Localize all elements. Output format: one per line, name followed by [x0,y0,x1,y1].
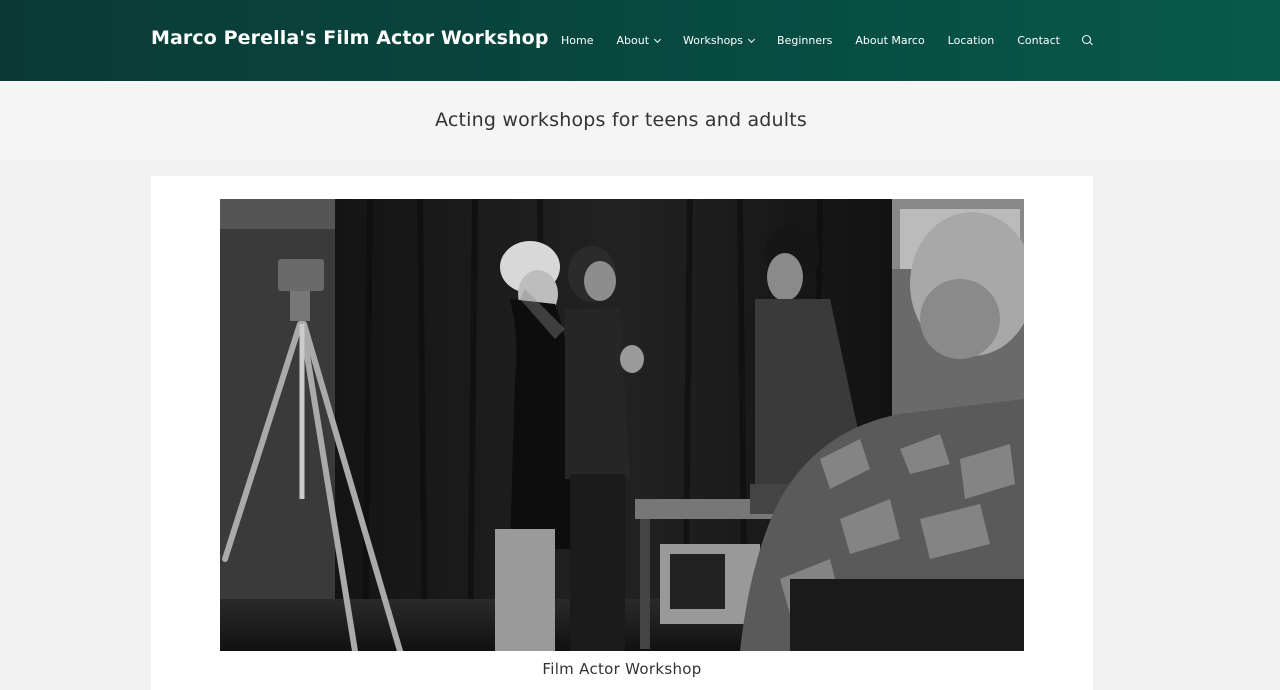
chevron-down-icon [653,35,662,43]
nav-item-home[interactable]: Home [561,34,593,47]
nav-item-beginners[interactable]: Beginners [777,34,832,47]
page-title-band: Acting workshops for teens and adults [0,81,1280,160]
nav-label: Home [561,34,594,47]
nav-item-about[interactable]: About [616,34,662,47]
nav-item-about-marco[interactable]: About Marco [855,34,924,47]
main-nav: Home About Workshops Beginners About Mar… [561,0,1094,81]
nav-item-contact[interactable]: Contact [1017,34,1060,47]
workshop-photo [220,199,1024,651]
search-icon[interactable] [1082,34,1094,47]
chevron-down-icon [747,35,756,43]
content-card: Film Actor Workshop [151,176,1093,690]
photo-caption: Film Actor Workshop [542,660,702,678]
nav-label: About [616,34,650,47]
nav-label: Workshops [683,34,744,47]
nav-label: About Marco [855,34,925,47]
nav-label: Contact [1017,34,1060,47]
site-title-link[interactable]: Marco Perella's Film Actor Workshop [151,27,549,49]
nav-label: Location [947,34,995,47]
nav-item-workshops[interactable]: Workshops [683,34,756,47]
nav-label: Beginners [777,34,833,47]
nav-item-location[interactable]: Location [948,34,995,47]
page-title: Acting workshops for teens and adults [434,109,808,131]
workshop-photo-illustration [220,199,1024,651]
site-header: Marco Perella's Film Actor Workshop Home… [0,0,1280,81]
